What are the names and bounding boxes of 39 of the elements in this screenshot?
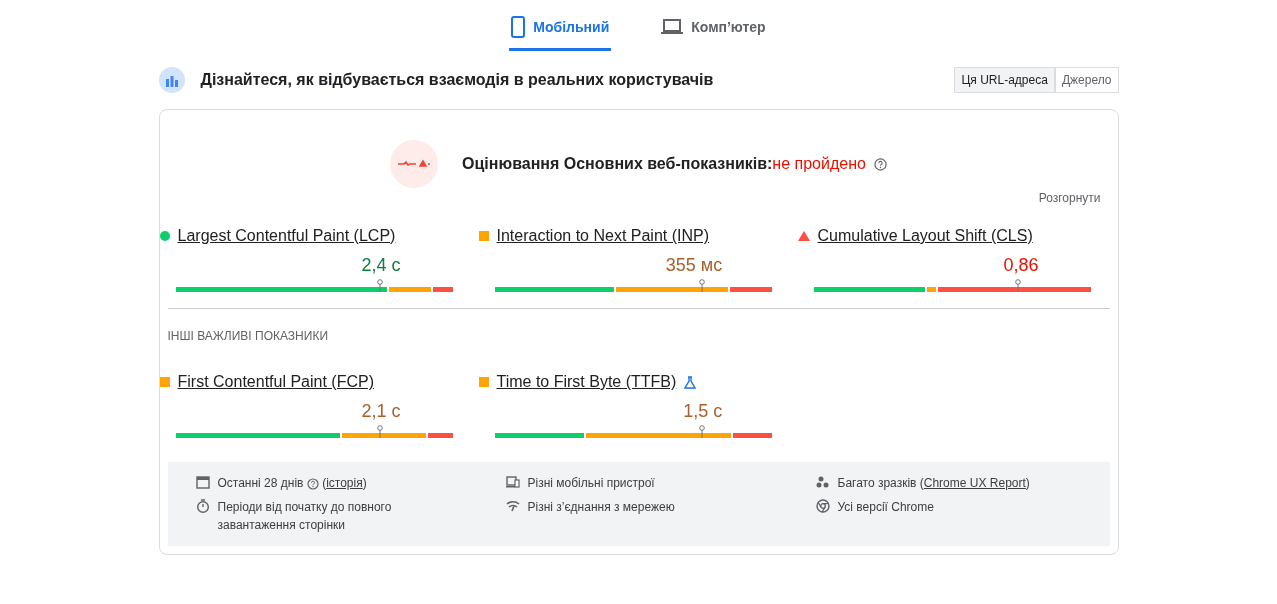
info-link[interactable]: Chrome UX Report — [923, 476, 1026, 490]
info-text: Багато зразків (Chrome UX Report) — [837, 475, 1030, 492]
failed-assessment-icon — [390, 140, 439, 188]
laptop-icon — [661, 19, 684, 35]
wifi-icon — [505, 499, 520, 513]
info-text: Різні з’єднання з мережею — [527, 499, 675, 516]
help-icon — [306, 477, 319, 490]
browser-logo-icon — [815, 499, 830, 513]
metric-link[interactable]: Largest Contentful Paint (LCP) — [177, 224, 396, 248]
metric-link[interactable]: Interaction to Next Paint (INP) — [496, 224, 710, 248]
stopwatch-icon — [195, 499, 210, 513]
help-icon[interactable] — [873, 157, 887, 171]
expand-button[interactable]: Розгорнути — [1037, 188, 1102, 208]
device-tab[interactable]: Мобільний — [509, 8, 612, 51]
dots-icon — [815, 475, 830, 489]
metric-value: 0,86 — [1002, 254, 1040, 277]
info-text: Останні 28 днів (історія) — [217, 475, 367, 492]
devices-icon — [505, 475, 520, 489]
metric-value: 2,1 с — [360, 400, 402, 423]
metric-link[interactable]: Time to First Byte (TTFB) — [496, 370, 677, 394]
calendar-icon — [195, 475, 210, 489]
section-heading: ІНШІ ВАЖЛИВІ ПОКАЗНИКИ — [167, 328, 328, 345]
phone-icon — [511, 16, 526, 38]
section-title: Дізнайтеся, як відбувається взаємодія в реальних користувачів — [200, 70, 714, 90]
metric-value: 2,4 с — [360, 254, 402, 277]
assessment-label: Оцінювання Основних веб-показників:не пройдено — [462, 154, 866, 174]
info-text: Періоди від початку до повного завантаження сторінки — [217, 499, 393, 534]
metric-link[interactable]: First Contentful Paint (FCP) — [177, 370, 374, 394]
toggle-button[interactable]: Джерело — [1054, 67, 1119, 93]
metric-link[interactable]: Cumulative Layout Shift (CLS) — [817, 224, 1033, 248]
device-tab[interactable]: Комп’ютер — [659, 8, 768, 51]
info-text: Усі версії Chrome — [837, 499, 934, 516]
info-text: Різні мобільні пристрої — [527, 475, 655, 492]
toggle-button[interactable]: Ця URL-адреса — [954, 67, 1055, 93]
metric-value: 355 мс — [664, 254, 724, 277]
metric-value: 1,5 с — [682, 400, 724, 423]
info-link[interactable]: історія — [326, 476, 363, 490]
people-chart-icon — [158, 67, 185, 93]
flask-icon — [684, 375, 697, 389]
